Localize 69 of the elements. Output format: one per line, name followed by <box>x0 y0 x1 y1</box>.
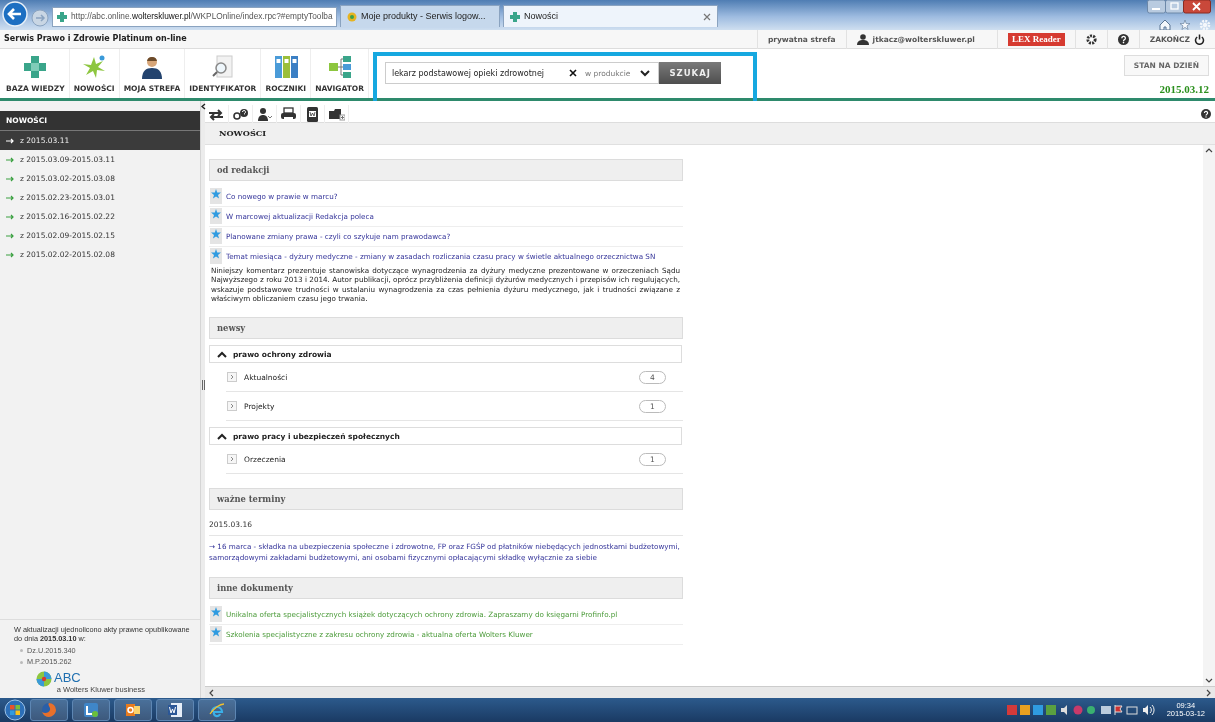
page-icon <box>510 11 520 22</box>
chevron-left-icon[interactable] <box>209 688 214 697</box>
lex-reader-button[interactable]: LEX Reader <box>1007 32 1065 46</box>
browser-tab[interactable]: Nowości <box>503 5 718 27</box>
user-icon <box>856 33 869 45</box>
arrow-icon <box>6 251 15 258</box>
section-header: od redakcji <box>209 159 683 181</box>
search-field[interactable]: lekarz podstawowej opieki zdrowotnej <box>384 62 565 84</box>
favicon-icon <box>57 12 67 22</box>
current-date: 2015.03.12 <box>1159 82 1209 96</box>
arrow-icon <box>6 232 15 239</box>
word-app-icon[interactable] <box>167 702 183 718</box>
logo-name: ABC <box>54 671 81 685</box>
star-ribbon-icon <box>209 188 223 204</box>
vertical-scrollbar[interactable] <box>1203 145 1215 686</box>
binders-icon <box>272 54 299 80</box>
grip-icon[interactable] <box>201 380 205 390</box>
power-icon[interactable] <box>1194 33 1205 45</box>
chevron-down-icon <box>640 69 651 77</box>
diagram-icon <box>326 54 353 80</box>
document-icon[interactable] <box>304 105 321 122</box>
chevron-down-icon[interactable] <box>1205 678 1213 683</box>
app-title: Serwis Prawo i Zdrowie Platinum on-line <box>4 34 187 44</box>
page-icon <box>347 11 357 22</box>
url-text: http://abc.online.wolterskluwer.pl/WKPLOnline/index.rpc?#emptyToolba <box>71 12 333 22</box>
page-title: NOWOŚCI <box>205 123 1215 145</box>
system-tray-drawing[interactable] <box>1006 704 1157 716</box>
collapse-icon[interactable] <box>200 103 206 110</box>
arrow-icon <box>6 213 15 220</box>
bullet-icon <box>20 661 23 665</box>
chat-app-icon[interactable] <box>83 702 99 718</box>
globe-app-icon[interactable] <box>209 702 225 718</box>
section-header: newsy <box>209 317 683 340</box>
printer-icon[interactable] <box>280 105 297 122</box>
arrow-icon <box>6 137 15 144</box>
logo-icon <box>36 671 52 687</box>
close-icon[interactable] <box>703 12 711 21</box>
home-icon[interactable] <box>1159 19 1171 31</box>
horizontal-scrollbar[interactable] <box>205 686 1215 698</box>
help-icon[interactable] <box>1201 108 1211 119</box>
plus-icon <box>22 54 49 80</box>
help-icon[interactable] <box>1117 33 1129 45</box>
mail-app-icon[interactable] <box>125 702 141 718</box>
expand-icon[interactable] <box>227 454 237 465</box>
star-ribbon-icon <box>209 606 223 623</box>
section-header: ważne terminy <box>209 488 683 511</box>
tab-label: Moje produkty - Serwis logow... <box>361 11 486 22</box>
chevron-up-icon[interactable] <box>217 432 227 440</box>
search-button[interactable]: SZUKAJ <box>659 62 721 84</box>
arrow-icon <box>6 156 15 163</box>
window-controls-drawing[interactable] <box>1147 0 1211 14</box>
star-icon[interactable] <box>1179 19 1191 31</box>
section-header: inne dokumenty <box>209 577 683 600</box>
tab-label: Nowości <box>524 11 558 22</box>
bullet-icon <box>20 649 23 653</box>
expand-icon[interactable] <box>227 372 237 383</box>
chevron-up-icon[interactable] <box>1205 148 1213 153</box>
chevron-up-icon[interactable] <box>217 350 227 358</box>
back-icon[interactable] <box>2 1 28 27</box>
clear-icon[interactable] <box>568 69 577 77</box>
browser-tab[interactable]: Moje produkty - Serwis logow... <box>340 5 500 27</box>
arrow-icon <box>6 194 15 201</box>
person-icon[interactable] <box>256 105 273 122</box>
start-button-icon[interactable] <box>4 699 26 721</box>
expand-icon[interactable] <box>227 401 237 412</box>
address-bar[interactable]: http://abc.online.wolterskluwer.pl/WKPLOnline/index.rpc?#emptyToolba <box>52 7 337 27</box>
arrow-icon <box>6 175 15 182</box>
settings-icon[interactable] <box>1085 33 1097 45</box>
chevron-right-icon[interactable] <box>1206 688 1211 697</box>
